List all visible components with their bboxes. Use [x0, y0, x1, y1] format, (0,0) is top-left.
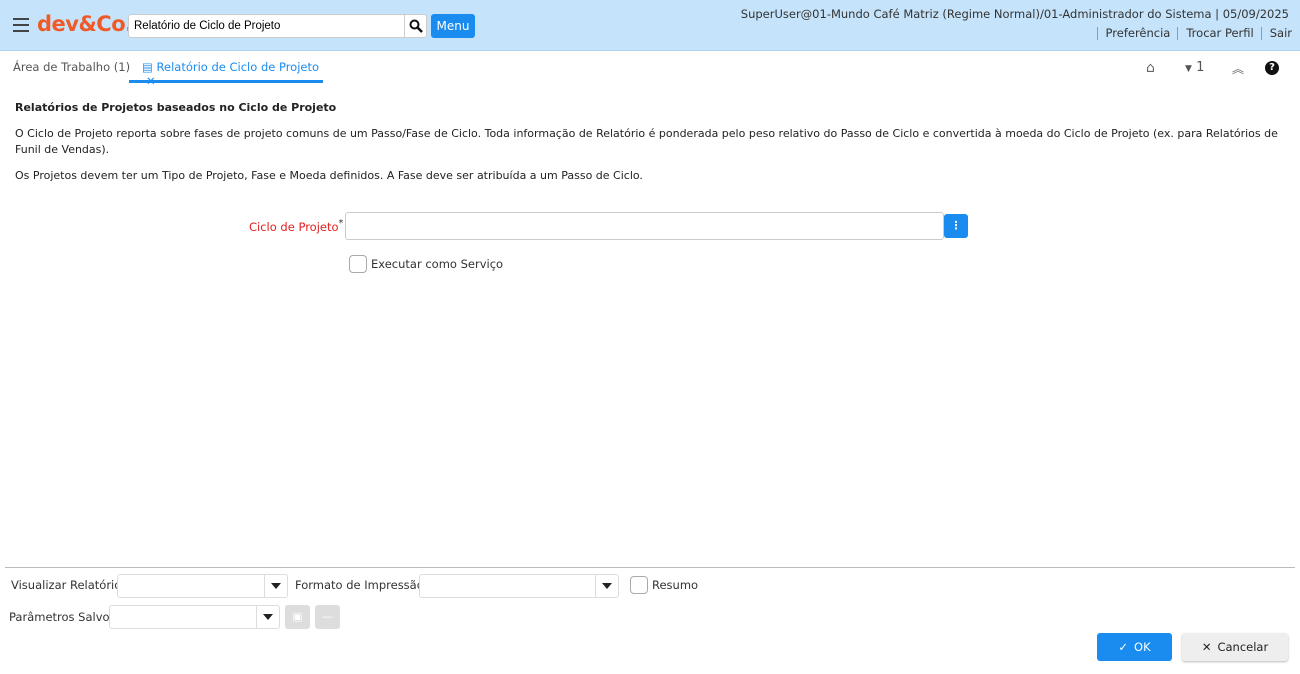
save-params-button[interactable]: ▣	[285, 605, 310, 629]
ok-label: OK	[1134, 640, 1151, 654]
close-tab-icon[interactable]: ✕	[146, 74, 156, 88]
minus-icon: —	[322, 610, 333, 623]
collapse-icon[interactable]: ︽	[1232, 60, 1244, 77]
divider	[5, 567, 1295, 568]
summary-label: Resumo	[652, 578, 699, 592]
user-info: SuperUser@01-Mundo Café Matriz (Regime N…	[740, 7, 1289, 21]
cancel-button[interactable]: ✕ Cancelar	[1182, 633, 1288, 661]
search-input[interactable]	[128, 14, 405, 38]
hamburger-menu-icon[interactable]	[13, 18, 29, 32]
chevron-down-icon	[256, 606, 279, 628]
ok-button[interactable]: ✓ OK	[1097, 633, 1172, 661]
chevron-down-icon	[595, 575, 618, 597]
requirements-note: Os Projetos devem ter um Tipo de Projeto…	[15, 169, 643, 182]
ciclo-label: Ciclo de Projeto*	[249, 218, 344, 234]
close-icon: ✕	[1201, 640, 1212, 654]
menu-button[interactable]: Menu	[431, 14, 475, 38]
run-as-service-label: Executar como Serviço	[371, 257, 504, 271]
tab-dropdown[interactable]: ▼ 1	[1185, 60, 1204, 75]
search-button[interactable]	[404, 14, 427, 38]
more-options-icon[interactable]: ⋮	[944, 214, 968, 238]
tab-workspace[interactable]: Área de Trabalho (1)	[13, 60, 130, 74]
print-format-select[interactable]	[419, 574, 619, 598]
ciclo-input[interactable]	[345, 212, 944, 240]
save-icon: ▣	[292, 610, 303, 623]
delete-params-button[interactable]: —	[315, 605, 340, 629]
summary-checkbox[interactable]	[630, 576, 648, 594]
header-bar: dev&Co. Menu SuperUser@01-Mundo Café Mat…	[0, 0, 1300, 51]
view-report-select[interactable]	[117, 574, 288, 598]
print-format-label: Formato de Impressão	[295, 578, 424, 592]
saved-params-select[interactable]	[109, 605, 280, 629]
tab-report[interactable]: ▤ Relatório de Ciclo de Projeto ✕	[129, 52, 323, 88]
logo: dev&Co.	[37, 12, 133, 36]
description: O Ciclo de Projeto reporta sobre fases d…	[15, 127, 1278, 156]
report-icon: ▤	[142, 60, 153, 74]
logout-link[interactable]: Sair	[1260, 27, 1292, 40]
tab-count: 1	[1196, 60, 1205, 75]
help-icon[interactable]: ?	[1265, 61, 1279, 75]
search-icon	[409, 19, 423, 33]
page-title: Relatórios de Projetos baseados no Ciclo…	[15, 101, 337, 114]
preferences-link[interactable]: Preferência	[1096, 27, 1178, 40]
tab-report-label: Relatório de Ciclo de Projeto	[156, 60, 320, 74]
view-report-label: Visualizar Relatório	[11, 578, 122, 592]
cancel-label: Cancelar	[1217, 640, 1269, 654]
switch-profile-link[interactable]: Trocar Perfil	[1177, 27, 1260, 40]
caret-down-icon: ▼	[1185, 64, 1192, 74]
run-as-service-checkbox[interactable]	[349, 255, 367, 273]
saved-params-label: Parâmetros Salvos	[9, 610, 116, 624]
home-icon[interactable]: ⌂	[1146, 60, 1155, 76]
check-icon: ✓	[1118, 640, 1129, 654]
chevron-down-icon	[264, 575, 287, 597]
